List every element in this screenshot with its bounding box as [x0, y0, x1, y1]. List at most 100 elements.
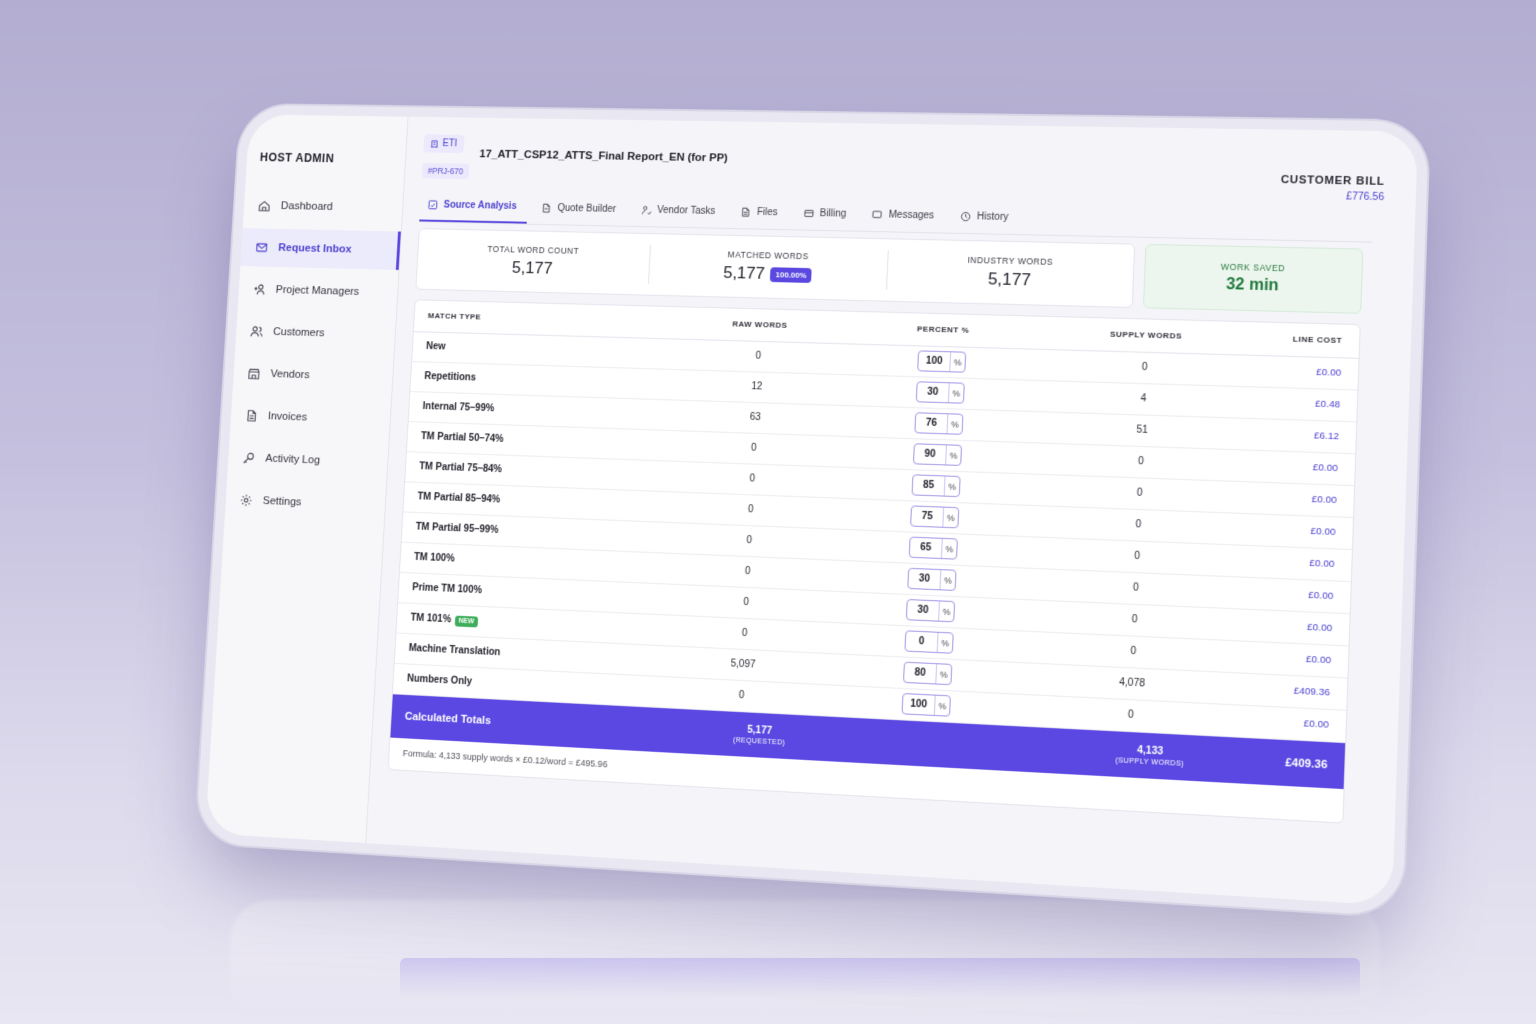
percent-input[interactable]: 85 [912, 475, 946, 496]
sidebar-item-settings[interactable]: Settings [225, 480, 386, 525]
sidebar-item-invoices[interactable]: Invoices [230, 396, 391, 440]
percent-unit: % [953, 356, 962, 368]
percent-input[interactable]: 65 [909, 537, 943, 559]
match-type-label: Repetitions [424, 371, 477, 384]
tab-messages[interactable]: Messages [863, 200, 947, 232]
file-icon [740, 207, 751, 218]
percent-field[interactable]: 100% [901, 693, 951, 717]
supply-words-cell: 0 [1067, 349, 1223, 386]
percent-field[interactable]: 30% [905, 598, 956, 623]
tab-history[interactable]: History [951, 202, 1021, 234]
sidebar-item-dashboard[interactable]: Dashboard [243, 186, 403, 227]
raw-words-cell: 63 [695, 400, 816, 435]
work-saved-card: WORK SAVED 32 min [1142, 243, 1364, 314]
tab-files[interactable]: Files [732, 198, 790, 230]
mail-icon [254, 240, 270, 256]
sidebar-item-customers[interactable]: Customers [235, 312, 396, 355]
percent-input[interactable]: 30 [916, 382, 950, 403]
home-icon [257, 198, 273, 213]
percent-input[interactable]: 100 [902, 694, 936, 715]
percent-field[interactable]: 30% [907, 567, 957, 591]
percent-input[interactable]: 30 [908, 568, 942, 590]
building-icon [430, 139, 439, 148]
col-supply-words: SUPPLY WORDS [1068, 317, 1224, 354]
percent-unit: % [948, 481, 957, 492]
supply-words-cell: 51 [1064, 412, 1221, 449]
project-title: 17_ATT_CSP12_ATTS_Final Report_EN (for P… [479, 148, 729, 165]
match-type-label: Internal 75–99% [422, 401, 495, 415]
line-cost-cell: £0.48 [1220, 385, 1358, 422]
percent-unit: % [939, 668, 948, 680]
percent-unit: % [949, 450, 958, 461]
tab-source-analysis[interactable]: Source Analysis [419, 191, 529, 224]
percent-input[interactable]: 76 [915, 413, 949, 434]
line-cost-cell: £0.00 [1216, 480, 1355, 518]
sidebar-item-project-managers[interactable]: Project Managers [238, 270, 399, 312]
tab-label: Source Analysis [443, 199, 517, 212]
percent-field[interactable]: 0% [904, 630, 954, 654]
customer-bill-value: £776.56 [1345, 191, 1385, 204]
percent-field[interactable]: 65% [908, 536, 958, 560]
match-type-label: New [425, 341, 446, 353]
percent-input[interactable]: 90 [913, 444, 947, 465]
match-type-label: TM Partial 50–74% [420, 431, 504, 445]
match-type-label: TM Partial 75–84% [418, 461, 503, 476]
percent-field[interactable]: 100% [917, 350, 967, 373]
percent-field[interactable]: 80% [902, 661, 953, 686]
sidebar-brand: HOST ADMIN [259, 150, 335, 166]
store-icon [246, 366, 262, 382]
project-id-badge: #PRJ-670 [421, 162, 470, 180]
percent-unit: % [941, 637, 950, 649]
customer-bill: CUSTOMER BILL £776.56 [1280, 174, 1385, 203]
percent-input[interactable]: 100 [918, 351, 952, 372]
clock-icon [960, 211, 972, 222]
person-task-icon [641, 205, 652, 216]
message-icon [872, 209, 883, 220]
client-badge-label: ETI [442, 138, 458, 150]
percent-input[interactable]: 75 [911, 506, 945, 527]
document-icon [541, 203, 552, 214]
page-header: ETI #PRJ-670 17_ATT_CSP12_ATTS_Final Rep… [413, 130, 1402, 245]
tab-quote-builder[interactable]: Quote Builder [533, 194, 628, 226]
match-table-card: MATCH TYPE RAW WORDS PERCENT % SUPPLY WO… [387, 299, 1361, 824]
line-cost-cell: £0.00 [1221, 353, 1359, 390]
percent-unit: % [946, 512, 955, 523]
client-badge[interactable]: ETI [423, 134, 465, 154]
totals-supply: 4,133 (SUPPLY WORDS) [1072, 741, 1229, 770]
total-word-count-label: TOTAL WORD COUNT [487, 244, 580, 256]
total-word-count-value: 5,177 [511, 258, 553, 278]
totals-label: Calculated Totals [404, 710, 492, 727]
sidebar-item-label: Dashboard [280, 200, 334, 213]
total-word-count: TOTAL WORD COUNT 5,177 [416, 239, 651, 284]
percent-input[interactable]: 80 [904, 662, 938, 684]
totals-cost: £409.36 [1285, 756, 1328, 771]
match-type-label: Prime TM 100% [411, 582, 483, 597]
match-type-label: TM Partial 85–94% [417, 491, 501, 506]
gear-icon [238, 492, 254, 508]
totals-reflection [400, 958, 1360, 998]
percent-input[interactable]: 0 [905, 631, 939, 653]
key-icon [241, 450, 257, 466]
supply-words-cell: 4 [1065, 380, 1222, 418]
match-type-label: TM Partial 95–99% [415, 521, 499, 536]
tab-vendor-tasks[interactable]: Vendor Tasks [632, 196, 727, 228]
percent-field[interactable]: 30% [915, 381, 965, 404]
percent-field[interactable]: 90% [912, 443, 963, 466]
matched-words-label: MATCHED WORDS [727, 249, 810, 262]
app-window: HOST ADMIN Dashboard Request Inbox Project… [205, 114, 1419, 906]
percent-field[interactable]: 76% [914, 412, 964, 435]
matched-words-value: 5,177 [722, 263, 766, 283]
tab-billing[interactable]: Billing [795, 199, 859, 231]
device-frame: HOST ADMIN Dashboard Request Inbox Project… [205, 114, 1419, 906]
sidebar-item-vendors[interactable]: Vendors [233, 354, 394, 397]
percent-input[interactable]: 30 [906, 600, 940, 621]
line-cost-cell: £6.12 [1219, 417, 1357, 454]
sidebar-item-label: Customers [272, 326, 325, 340]
sidebar-item-request-inbox[interactable]: Request Inbox [240, 228, 401, 270]
percent-field[interactable]: 75% [910, 505, 960, 529]
work-saved-label: WORK SAVED [1220, 261, 1286, 274]
sidebar-item-activity-log[interactable]: Activity Log [227, 438, 388, 482]
percent-field[interactable]: 85% [911, 474, 961, 498]
match-table: MATCH TYPE RAW WORDS PERCENT % SUPPLY WO… [392, 300, 1360, 743]
line-cost-cell: £0.00 [1217, 448, 1356, 486]
